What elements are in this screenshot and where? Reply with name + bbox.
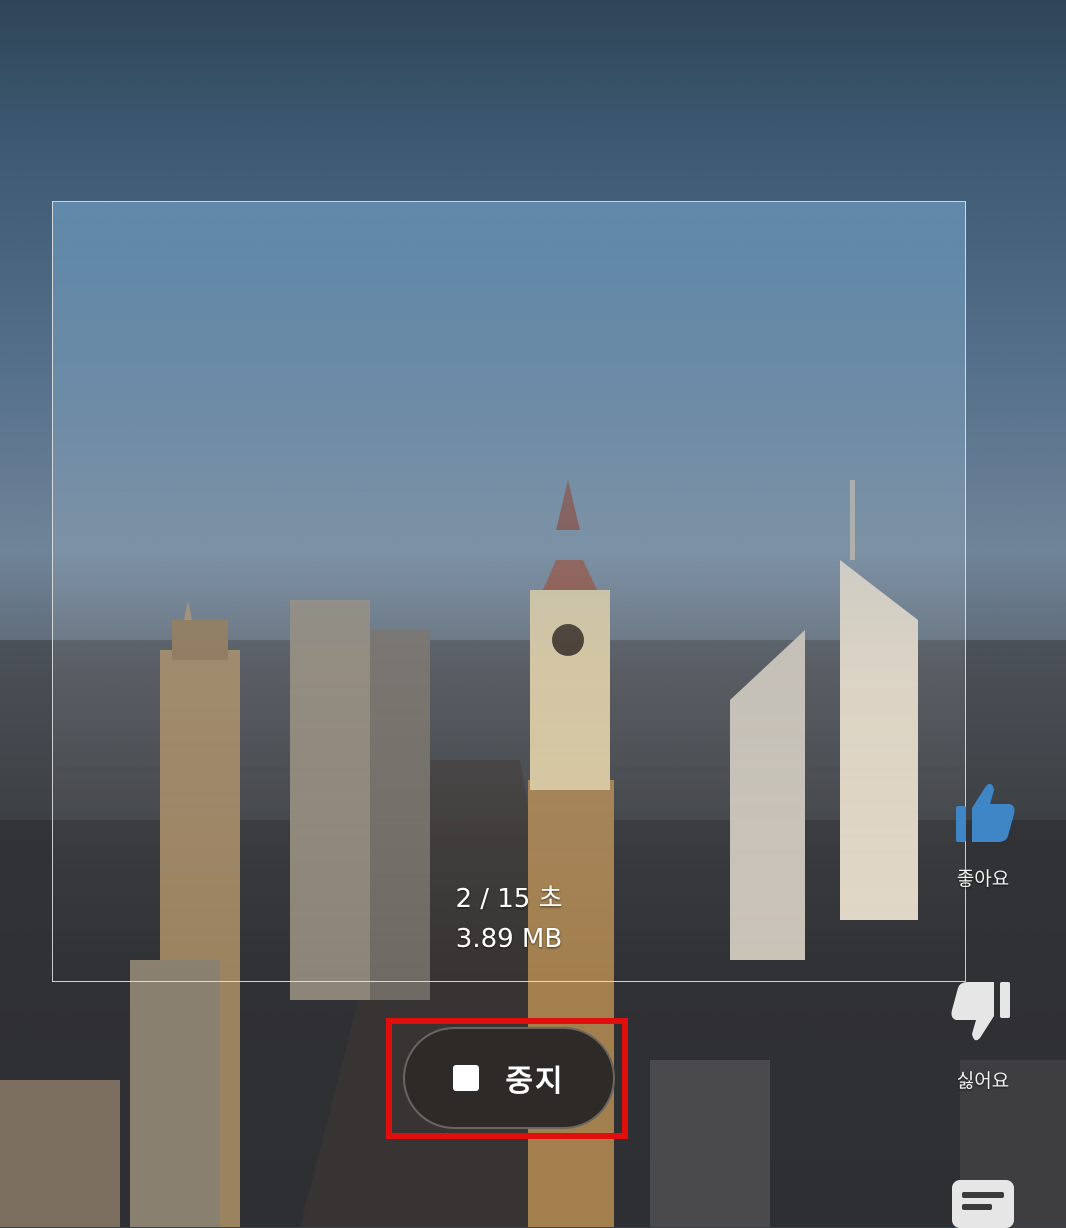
- thumbs-down-icon: [951, 982, 1010, 1041]
- thumbs-up-icon: [956, 783, 1015, 842]
- like-label: 좋아요: [956, 868, 1010, 890]
- capture-time: 2 / 15 초: [455, 884, 563, 914]
- dislike-label: 싫어요: [956, 1070, 1010, 1092]
- capture-frame: 2 / 15 초 3.89 MB: [52, 201, 966, 982]
- stop-button[interactable]: 중지: [403, 1027, 615, 1129]
- like-button[interactable]: 좋아요: [940, 776, 1026, 891]
- comment-button[interactable]: [940, 1178, 1026, 1228]
- stop-label: 중지: [505, 1064, 565, 1099]
- comment-icon: [952, 1180, 1014, 1228]
- stop-icon: [453, 1065, 480, 1091]
- capture-size: 3.89 MB: [455, 924, 563, 954]
- dislike-button[interactable]: 싫어요: [940, 978, 1026, 1093]
